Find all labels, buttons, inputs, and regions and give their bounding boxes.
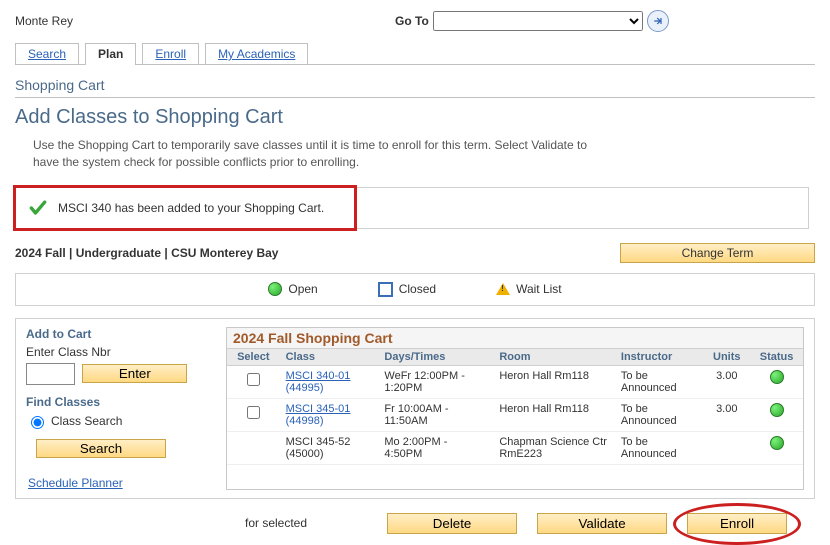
status-open-icon [770, 436, 784, 450]
col-select: Select [227, 349, 280, 366]
row-select-checkbox[interactable] [247, 373, 260, 386]
find-classes-header: Find Classes [26, 395, 216, 409]
col-room: Room [493, 349, 615, 366]
col-status: Status [750, 349, 803, 366]
section-title: Shopping Cart [15, 77, 815, 93]
table-row: MSCI 345-52(45000)Mo 2:00PM - 4:50PMChap… [227, 431, 803, 464]
cell-room: Heron Hall Rm118 [493, 365, 615, 398]
checkmark-icon [28, 198, 48, 218]
page-title: Add Classes to Shopping Cart [15, 106, 815, 129]
table-row: MSCI 340-01(44995) WeFr 12:00PM - 1:20PMH… [227, 365, 803, 398]
status-open-icon [268, 282, 282, 296]
search-button[interactable]: Search [36, 439, 166, 458]
tab-my-academics[interactable]: My Academics [205, 43, 308, 64]
term-text: 2024 Fall | Undergraduate | CSU Monterey… [15, 246, 620, 260]
goto-select[interactable] [433, 11, 643, 31]
add-to-cart-header: Add to Cart [26, 327, 216, 341]
legend: Open Closed Wait List [15, 273, 815, 306]
cell-instructor: To be Announced [615, 398, 703, 431]
class-link[interactable]: MSCI 340-01(44995) [286, 370, 351, 394]
tab-search[interactable]: Search [15, 43, 79, 64]
col-days: Days/Times [378, 349, 493, 366]
user-name: Monte Rey [15, 14, 395, 28]
col-units: Units [703, 349, 750, 366]
col-class: Class [280, 349, 379, 366]
goto-go-button[interactable] [647, 10, 669, 32]
status-open-icon [770, 403, 784, 417]
status-closed-icon [378, 282, 393, 297]
table-row: MSCI 345-01(44998) Fr 10:00AM - 11:50AMHe… [227, 398, 803, 431]
legend-open-label: Open [288, 282, 317, 296]
cell-days: Mo 2:00PM - 4:50PM [378, 431, 493, 464]
cell-room: Heron Hall Rm118 [493, 398, 615, 431]
validate-button[interactable]: Validate [537, 513, 667, 534]
legend-closed-label: Closed [399, 282, 436, 296]
class-link[interactable]: MSCI 345-01(44998) [286, 403, 351, 427]
cart-title: 2024 Fall Shopping Cart [227, 328, 803, 349]
enroll-button[interactable]: Enroll [687, 513, 787, 534]
cell-status [750, 365, 803, 398]
class-nbr-input[interactable] [26, 363, 75, 385]
cell-status [750, 398, 803, 431]
class-search-radio[interactable] [31, 416, 44, 429]
cell-instructor: To be Announced [615, 365, 703, 398]
class-search-label: Class Search [51, 414, 122, 428]
tab-bar: Search Plan Enroll My Academics [15, 42, 815, 65]
cell-days: WeFr 12:00PM - 1:20PM [378, 365, 493, 398]
legend-waitlist-label: Wait List [516, 282, 562, 296]
schedule-planner-link[interactable]: Schedule Planner [28, 476, 123, 490]
for-selected-label: for selected [245, 516, 307, 530]
instructions: Use the Shopping Cart to temporarily sav… [33, 137, 593, 171]
cell-units: 3.00 [703, 398, 750, 431]
cart-table: Select Class Days/Times Room Instructor … [227, 349, 803, 465]
success-message-box: MSCI 340 has been added to your Shopping… [15, 187, 809, 229]
status-open-icon [770, 370, 784, 384]
cell-status [750, 431, 803, 464]
delete-button[interactable]: Delete [387, 513, 517, 534]
change-term-button[interactable]: Change Term [620, 243, 815, 263]
tab-plan[interactable]: Plan [85, 43, 136, 65]
class-text: MSCI 345-52(45000) [280, 431, 379, 464]
row-select-checkbox[interactable] [247, 406, 260, 419]
cell-units [703, 431, 750, 464]
cell-room: Chapman Science Ctr RmE223 [493, 431, 615, 464]
tab-enroll[interactable]: Enroll [142, 43, 199, 64]
status-waitlist-icon [496, 283, 510, 295]
col-instructor: Instructor [615, 349, 703, 366]
cell-instructor: To be Announced [615, 431, 703, 464]
enter-button[interactable]: Enter [82, 364, 187, 383]
success-message-text: MSCI 340 has been added to your Shopping… [58, 201, 324, 215]
enter-class-nbr-label: Enter Class Nbr [26, 345, 216, 359]
goto-label: Go To [395, 14, 429, 28]
cell-units: 3.00 [703, 365, 750, 398]
cell-days: Fr 10:00AM - 11:50AM [378, 398, 493, 431]
